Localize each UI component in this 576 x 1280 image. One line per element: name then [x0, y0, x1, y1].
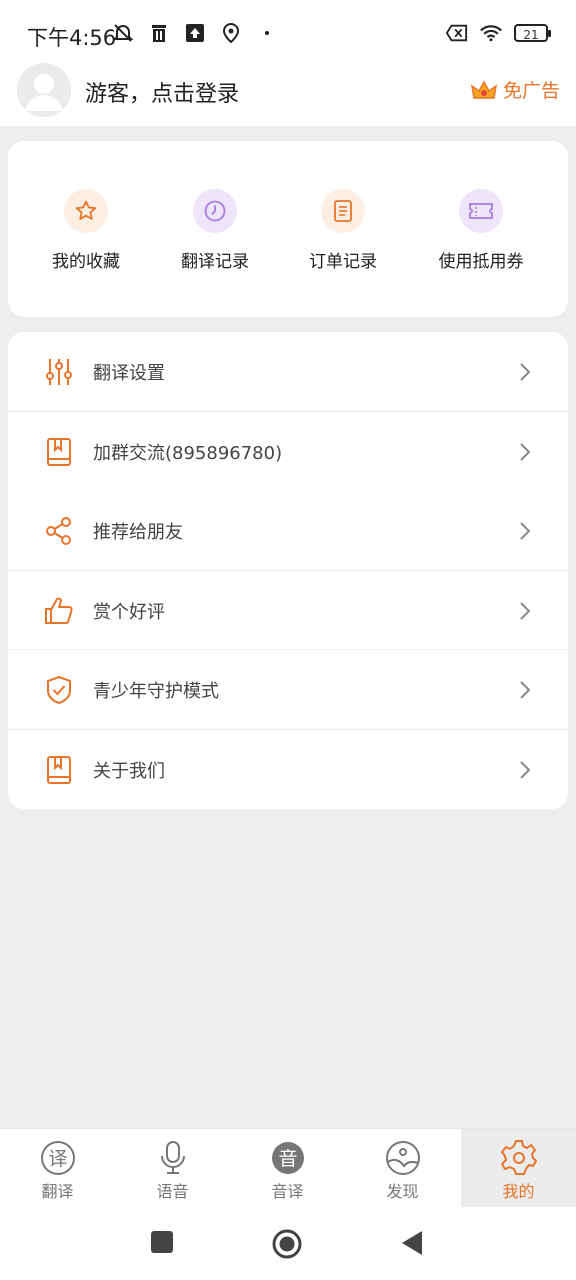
menu-label: 推荐给朋友 [93, 521, 183, 543]
book-icon [44, 437, 74, 467]
no-ads-label: 免广告 [502, 80, 560, 102]
crown-icon [470, 79, 498, 99]
menu-item-recommend[interactable]: 推荐给朋友 [8, 491, 568, 570]
no-sim-icon [446, 22, 468, 44]
no-ads-button[interactable]: 免广告 [469, 76, 560, 103]
document-icon [321, 189, 365, 233]
home-icon[interactable] [272, 1229, 302, 1259]
tab-label: 发现 [386, 1182, 419, 1201]
tab-discover[interactable]: 发现 [345, 1129, 460, 1207]
tab-label: 我的 [502, 1182, 535, 1201]
status-icons-right: 21 [446, 22, 551, 44]
menu-item-about-us[interactable]: 关于我们 [8, 730, 568, 809]
gear-icon [500, 1139, 538, 1177]
quick-item-favorites[interactable]: 我的收藏 [26, 189, 146, 272]
battery-indicator: 21 [514, 24, 551, 42]
book-icon [44, 755, 74, 785]
menu-label: 关于我们 [93, 760, 165, 782]
location-icon [220, 22, 242, 44]
menu-item-youth-mode[interactable]: 青少年守护模式 [8, 650, 568, 729]
settings-menu-card: 翻译设置 加群交流(895896780) 推荐给朋友 赏个好评 青少年守护模式 [8, 332, 568, 809]
tab-label: 音译 [271, 1182, 304, 1201]
thumbs-up-icon [44, 596, 74, 626]
quick-actions-card: 我的收藏 翻译记录 订单记录 使用抵用券 [8, 141, 568, 317]
trash-icon [148, 22, 170, 44]
tab-transliterate[interactable]: 音 音译 [230, 1129, 345, 1207]
avatar[interactable] [17, 63, 71, 117]
quick-label: 订单记录 [309, 252, 377, 272]
upload-icon [184, 22, 206, 44]
menu-label: 青少年守护模式 [93, 680, 219, 702]
system-nav-bar [0, 1208, 576, 1280]
menu-label: 赏个好评 [93, 601, 165, 623]
tab-mine[interactable]: 我的 [461, 1129, 576, 1207]
profile-header: 游客，点击登录 免广告 [0, 60, 576, 126]
svg-text:音: 音 [278, 1148, 297, 1170]
quick-item-orders[interactable]: 订单记录 [283, 189, 403, 272]
menu-item-join-group[interactable]: 加群交流(895896780) [8, 412, 568, 491]
chevron-right-icon [520, 680, 531, 699]
dot-icon [256, 22, 278, 44]
recents-icon[interactable] [150, 1230, 174, 1254]
bottom-tab-bar: 译 翻译 语音 音 音译 发现 我的 [0, 1128, 576, 1209]
status-icons-left [112, 22, 278, 44]
transliterate-icon: 音 [269, 1139, 307, 1177]
back-icon[interactable] [400, 1230, 424, 1256]
sliders-icon [44, 357, 74, 387]
shield-check-icon [44, 675, 74, 705]
status-time: 下午4:56 [27, 26, 117, 50]
share-icon [44, 516, 74, 546]
chevron-right-icon [520, 442, 531, 461]
chevron-right-icon [520, 760, 531, 779]
menu-item-rate[interactable]: 赏个好评 [8, 571, 568, 650]
menu-label: 加群交流(895896780) [93, 442, 283, 464]
default-avatar-icon [17, 63, 71, 117]
ticket-icon [459, 189, 503, 233]
tab-voice[interactable]: 语音 [115, 1129, 230, 1207]
tab-label: 语音 [156, 1182, 189, 1201]
discover-icon [384, 1139, 422, 1177]
star-icon [64, 189, 108, 233]
login-prompt[interactable]: 游客，点击登录 [85, 76, 239, 108]
quick-item-coupons[interactable]: 使用抵用券 [421, 189, 541, 272]
svg-text:译: 译 [48, 1148, 67, 1170]
chevron-right-icon [520, 521, 531, 540]
chevron-right-icon [520, 362, 531, 381]
quick-item-history[interactable]: 翻译记录 [155, 189, 275, 272]
chevron-right-icon [520, 601, 531, 620]
clock-icon [193, 189, 237, 233]
wifi-icon [480, 22, 502, 44]
tab-translate[interactable]: 译 翻译 [0, 1129, 115, 1207]
menu-item-translation-settings[interactable]: 翻译设置 [8, 332, 568, 411]
tab-label: 翻译 [41, 1182, 74, 1201]
translate-icon: 译 [39, 1139, 77, 1177]
menu-label: 翻译设置 [93, 362, 165, 384]
mute-bell-icon [112, 22, 134, 44]
quick-label: 翻译记录 [181, 252, 249, 272]
quick-label: 我的收藏 [52, 252, 120, 272]
quick-label: 使用抵用券 [438, 252, 524, 272]
microphone-icon [154, 1139, 192, 1177]
status-bar: 下午4:56 21 [0, 0, 576, 60]
